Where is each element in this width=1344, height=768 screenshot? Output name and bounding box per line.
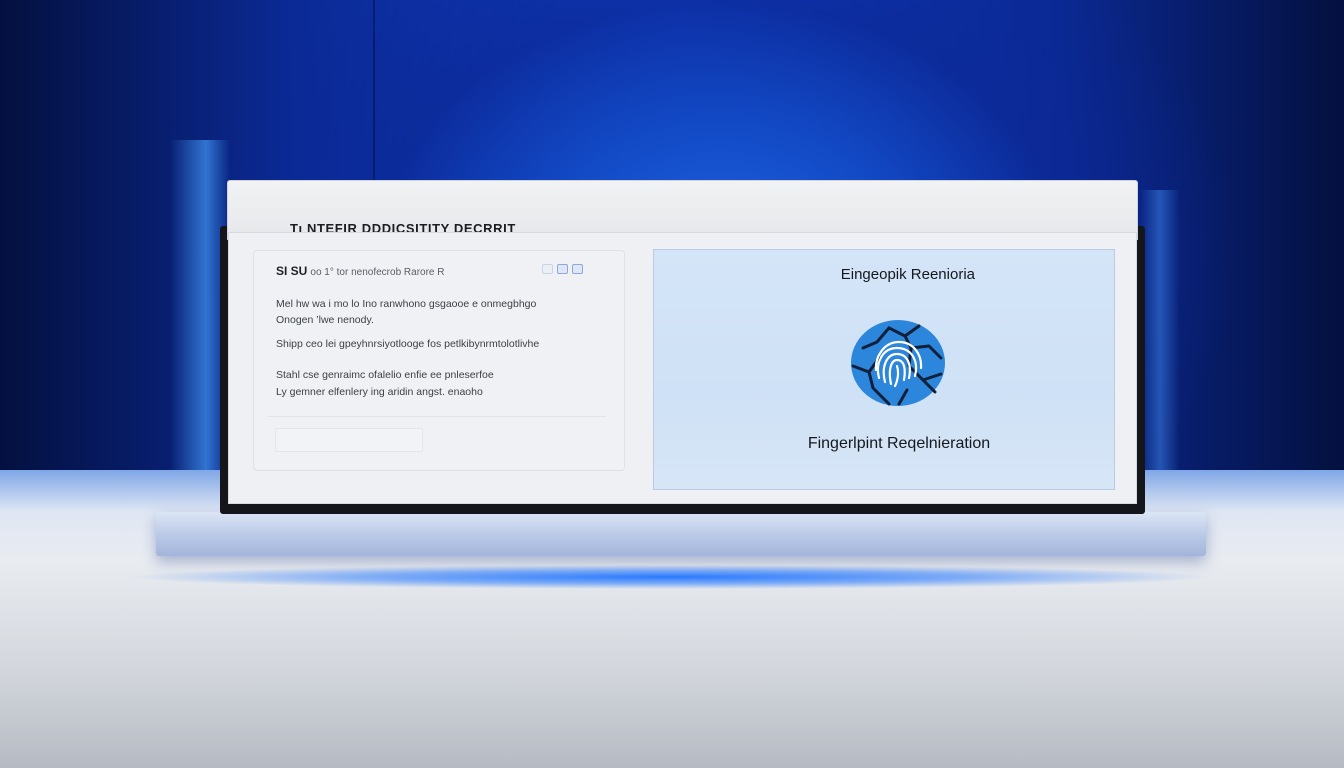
fingerprint-caption: Fingerlpint Reqelnieration <box>807 435 991 452</box>
window-icon[interactable] <box>542 264 553 274</box>
window-icon[interactable] <box>572 264 583 274</box>
floor-light-strip <box>120 562 1220 592</box>
fingerprint-panel-title: Eingeopik Reenioria <box>840 266 975 283</box>
display-pedestal <box>156 512 1206 556</box>
info-text-line: Shipp ceo lei gpeyhnrsiyotlooge fos petl… <box>276 338 540 350</box>
info-text-line: Onogen ’lwe nenody. <box>276 314 374 326</box>
fingerprint-icon[interactable] <box>849 318 947 408</box>
info-panel-input[interactable] <box>275 428 423 452</box>
info-panel-divider <box>268 416 606 417</box>
window-icon[interactable] <box>557 264 568 274</box>
info-text-line: Ly gemner elfenlery ing aridin angst. en… <box>276 386 483 398</box>
info-text-line: Mel hw wa i mo lo Ino ranwhono gsgaooe e… <box>276 298 537 310</box>
info-text-line: Stahl cse genraimc ofalelio enfie ee pnl… <box>276 369 494 381</box>
info-panel-header-lead: SI SU <box>276 264 308 278</box>
info-panel-header-text: oo 1° tor nenofecrob Rarore R <box>310 267 445 278</box>
info-panel-header: SI SU oo 1° tor nenofecrob Rarore R <box>276 264 444 278</box>
info-panel-window-controls <box>542 264 583 276</box>
wall-light-right <box>1140 190 1180 470</box>
